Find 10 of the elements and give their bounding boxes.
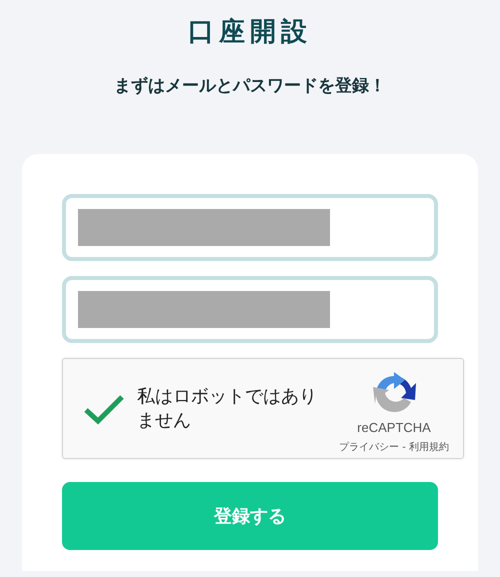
captcha-label: 私はロボットではありません <box>137 384 318 432</box>
input-field[interactable] <box>62 194 438 261</box>
checkmark-icon[interactable] <box>83 392 125 424</box>
terms-link[interactable]: 利用規約 <box>409 442 449 452</box>
input-field[interactable] <box>62 276 438 343</box>
privacy-link[interactable]: プライバシー <box>339 442 400 452</box>
page-subtitle: まずはメールとパスワードを登録！ <box>113 75 387 97</box>
page-title: 口座開設 <box>187 16 313 48</box>
link-separator: - <box>402 442 406 452</box>
captcha-brand: reCAPTCHA <box>357 420 431 434</box>
